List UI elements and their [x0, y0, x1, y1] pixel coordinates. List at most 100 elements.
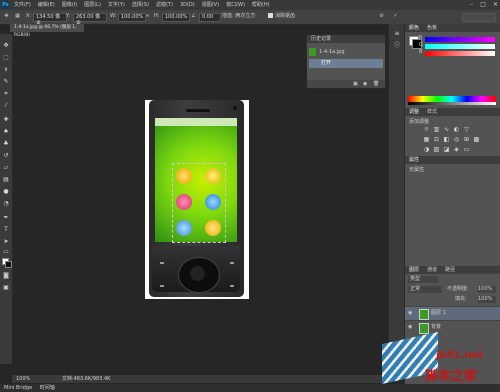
quick-select-tool-icon[interactable]: ✎ — [2, 78, 10, 86]
minimize-button[interactable]: – — [470, 0, 473, 10]
timeline-tab[interactable]: 时间轴 — [34, 385, 55, 391]
menu-edit[interactable]: 编辑(E) — [38, 0, 55, 10]
move-tool-icon[interactable]: ✥ — [3, 13, 10, 20]
channel-mixer-icon[interactable]: ⊞ — [463, 136, 470, 143]
tab-layers[interactable]: 图层 — [405, 267, 423, 273]
camera-icon[interactable]: ◉ — [363, 80, 367, 88]
h-input[interactable]: 100.00% — [162, 13, 190, 22]
color-lookup-icon[interactable]: ▩ — [473, 136, 480, 143]
menu-help[interactable]: 帮助(H) — [252, 0, 270, 10]
tab-styles[interactable]: 样式 — [423, 109, 441, 115]
hue-sat-icon[interactable]: ▦ — [423, 136, 430, 143]
curves-icon[interactable]: ∿ — [443, 126, 450, 133]
eyedropper-tool-icon[interactable]: ⁄ — [2, 102, 10, 110]
layer-row[interactable]: ◉ 背景 — [405, 320, 500, 334]
history-panel-footer: ▣ ◉ 🗑 — [307, 80, 385, 88]
menu-layer[interactable]: 图层(L) — [84, 0, 101, 10]
lasso-tool-icon[interactable]: ɤ — [2, 66, 10, 74]
transform-bounding-box[interactable] — [172, 163, 226, 243]
tab-paths[interactable]: 路径 — [441, 267, 459, 273]
history-panel-icon[interactable]: ≡ — [393, 30, 401, 38]
opacity-input[interactable]: 100% — [478, 286, 496, 293]
mini-bridge-tab[interactable]: Mini Bridge — [0, 385, 32, 391]
eye-icon[interactable]: ◉ — [408, 324, 414, 330]
properties-panel-header: 属性 — [405, 156, 500, 164]
maximize-button[interactable]: □ — [480, 0, 486, 10]
antialias-checkbox[interactable]: 消除锯齿 — [268, 13, 295, 20]
clone-stamp-tool-icon[interactable]: ♣ — [2, 140, 10, 148]
link-icon[interactable]: ∞ — [144, 13, 151, 20]
screen-mode-icon[interactable]: ▣ — [2, 284, 10, 292]
marquee-tool-icon[interactable]: ⬚ — [2, 54, 10, 62]
tab-channels[interactable]: 通道 — [423, 267, 441, 273]
gradient-map-icon[interactable]: ▭ — [463, 146, 470, 153]
tab-color[interactable]: 颜色 — [405, 25, 423, 31]
close-button[interactable]: ✕ — [493, 0, 498, 10]
layer-name[interactable]: 图层 1 — [431, 307, 446, 320]
move-tool-icon[interactable]: ✥ — [2, 42, 10, 50]
reference-point-icon[interactable]: ▦ — [14, 13, 21, 20]
workspace-select[interactable] — [462, 13, 496, 22]
menu-image[interactable]: 图像(I) — [62, 0, 77, 10]
zoom-level[interactable]: 100% — [12, 376, 30, 382]
background-color-swatch[interactable] — [5, 261, 12, 268]
new-document-from-state-icon[interactable]: ▣ — [353, 80, 358, 88]
pen-tool-icon[interactable]: ✒ — [2, 214, 10, 222]
path-select-tool-icon[interactable]: ➤ — [2, 238, 10, 246]
slider-b[interactable] — [425, 51, 495, 56]
invert-icon[interactable]: ◑ — [423, 146, 430, 153]
history-state-open[interactable]: 打开 — [309, 59, 383, 68]
eraser-tool-icon[interactable]: ▱ — [2, 164, 10, 172]
layer-row[interactable]: ◉ 图层 1 — [405, 306, 500, 320]
black-white-icon[interactable]: ◧ — [443, 136, 450, 143]
properties-panel-icon[interactable]: ⓘ — [393, 42, 401, 50]
trash-icon[interactable]: 🗑 — [373, 80, 379, 88]
fill-input[interactable]: 100% — [478, 296, 496, 303]
cancel-transform-icon[interactable]: ⊘ — [378, 13, 385, 20]
vibrance-icon[interactable]: ▽ — [463, 126, 470, 133]
crop-tool-icon[interactable]: ⌗ — [2, 90, 10, 98]
selective-color-icon[interactable]: ◈ — [453, 146, 460, 153]
history-brush-tool-icon[interactable]: ↺ — [2, 152, 10, 160]
menu-filter[interactable]: 滤镜(T) — [156, 0, 173, 10]
brightness-icon[interactable]: ☼ — [423, 126, 430, 133]
tab-swatches[interactable]: 色板 — [423, 25, 441, 31]
menu-view[interactable]: 视图(V) — [202, 0, 219, 10]
quick-mask-icon[interactable]: ◙ — [2, 272, 10, 280]
gradient-tool-icon[interactable]: ▤ — [2, 176, 10, 184]
w-input[interactable]: 100.00% — [118, 13, 146, 22]
history-snapshot[interactable]: 1-4-1a.jpg — [309, 47, 383, 57]
slider-r[interactable] — [425, 37, 495, 42]
type-tool-icon[interactable]: T — [2, 226, 10, 234]
menu-3d[interactable]: 3D(D) — [180, 0, 195, 10]
angle-input[interactable]: 0.00 — [199, 13, 221, 22]
document-tab[interactable]: 1-4-1a.jpg @ 66.7% (图层 1, RGB/8) — [10, 24, 84, 38]
checkbox-icon — [268, 13, 273, 18]
slider-g[interactable] — [425, 44, 495, 49]
threshold-icon[interactable]: ◪ — [443, 146, 450, 153]
levels-icon[interactable]: ▥ — [433, 126, 440, 133]
shape-tool-icon[interactable]: ▭ — [2, 248, 10, 256]
color-balance-icon[interactable]: ⚖ — [433, 136, 440, 143]
blend-mode-label: 正常 — [410, 286, 421, 292]
posterize-icon[interactable]: ▨ — [433, 146, 440, 153]
blend-mode-select[interactable]: 正常 — [408, 286, 442, 293]
exposure-icon[interactable]: ◐ — [453, 126, 460, 133]
brush-tool-icon[interactable]: ♠ — [2, 128, 10, 136]
menu-type[interactable]: 文字(Y) — [108, 0, 125, 10]
menu-window[interactable]: 窗口(W) — [226, 0, 245, 10]
x-input[interactable]: 134.50 像素 — [33, 13, 67, 27]
menu-select[interactable]: 选择(S) — [132, 0, 149, 10]
y-input[interactable]: 263.00 像素 — [73, 13, 107, 27]
eye-icon[interactable]: ◉ — [408, 310, 414, 316]
interpolation-select[interactable]: 插值: 两次立方 — [222, 13, 255, 20]
dodge-tool-icon[interactable]: ◔ — [2, 200, 10, 208]
blur-tool-icon[interactable]: ● — [2, 188, 10, 196]
healing-brush-tool-icon[interactable]: ✚ — [2, 116, 10, 124]
tab-adjustments[interactable]: 调整 — [405, 109, 423, 115]
photo-filter-icon[interactable]: ◎ — [453, 136, 460, 143]
menu-file[interactable]: 文件(F) — [14, 0, 31, 10]
commit-transform-icon[interactable]: ✓ — [392, 13, 399, 20]
layer-kind-filter[interactable]: 类型 — [408, 276, 438, 283]
grayscale-ramp[interactable] — [408, 102, 496, 105]
